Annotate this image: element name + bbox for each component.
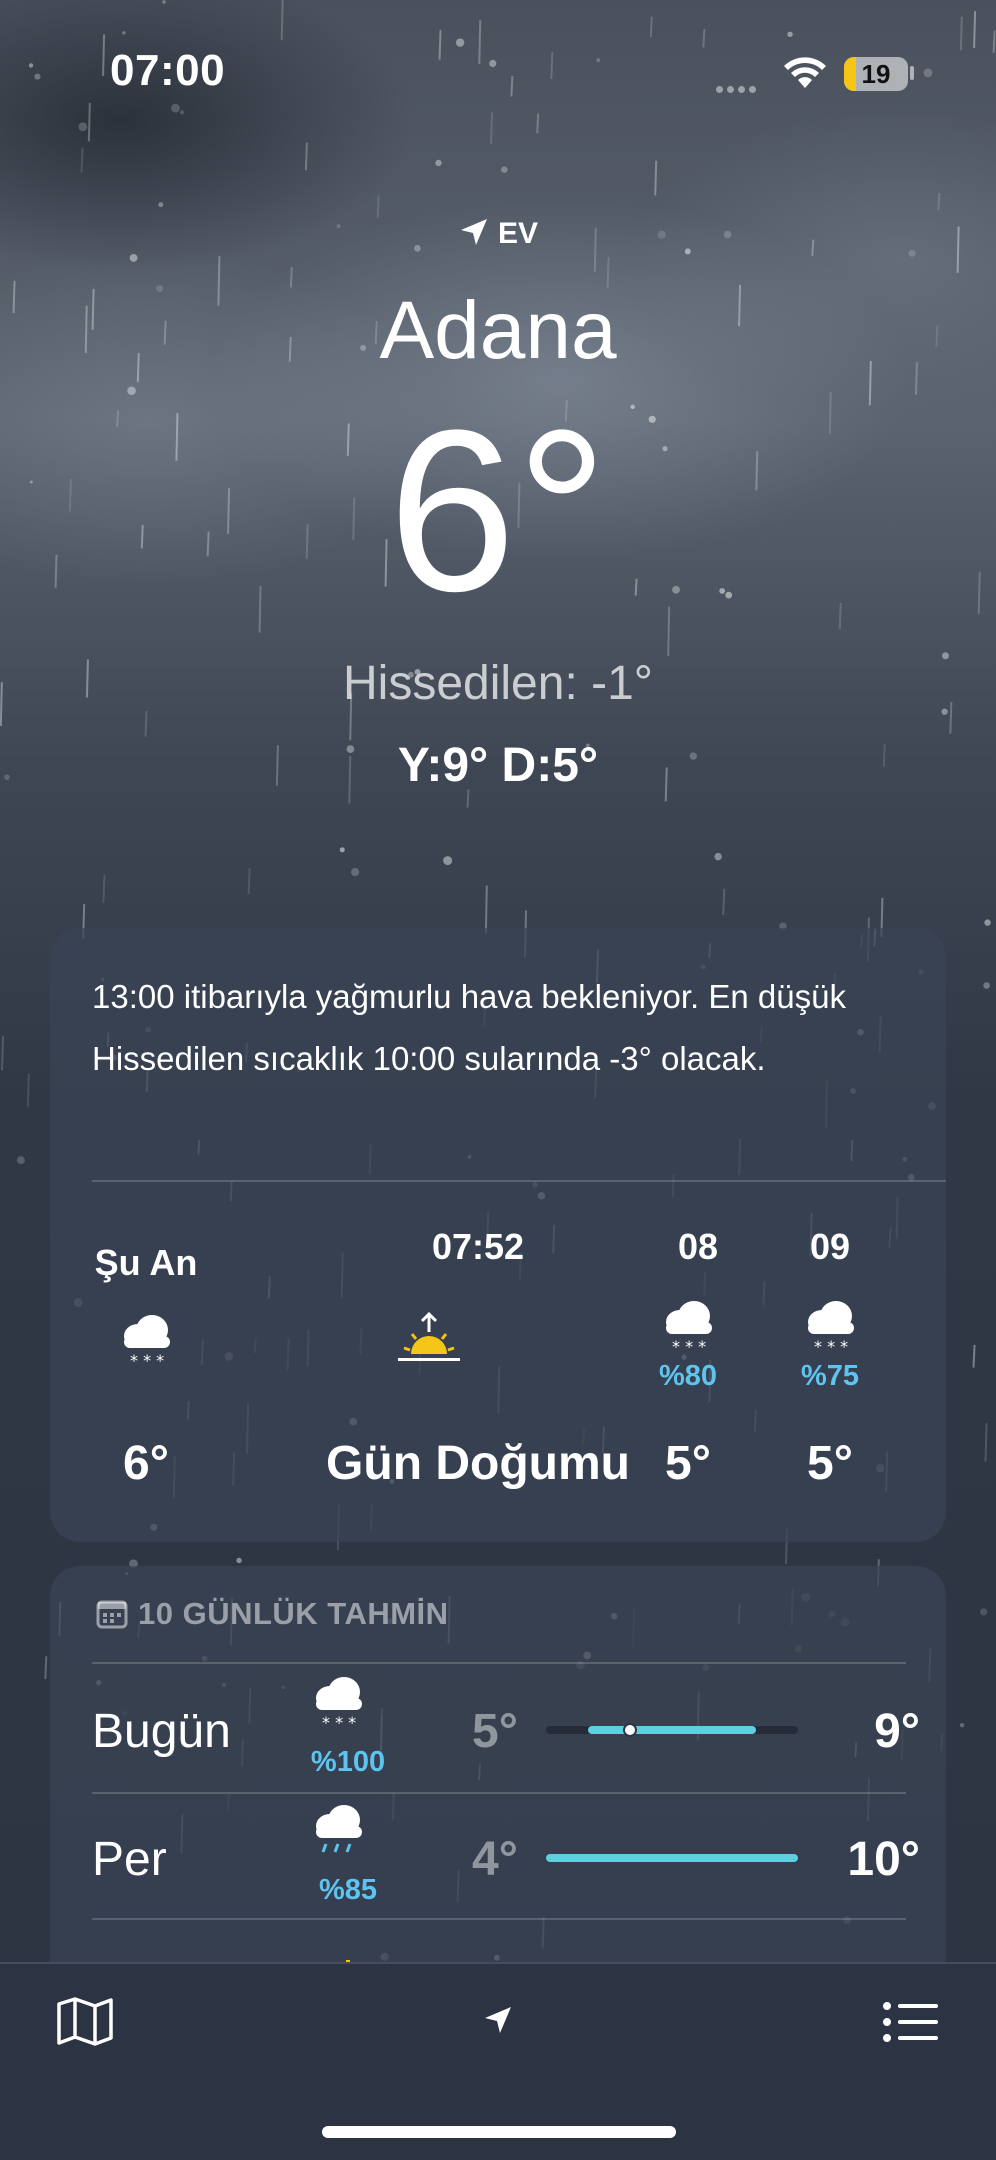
svg-text:* * *: * * *: [130, 1351, 164, 1370]
day-low: 4°: [472, 1833, 518, 1886]
temperature-range: [546, 1854, 798, 1862]
battery-icon: 19: [844, 57, 908, 91]
current-temperature-dot: [623, 1723, 637, 1737]
day-high: 10°: [847, 1833, 920, 1886]
daily-forecast-card[interactable]: 10 GÜNLÜK TAHMİN Bugün * * * %100 5° 9° …: [50, 1566, 946, 1986]
snow-cloud-icon: * * *: [800, 1296, 860, 1361]
battery-percent: 19: [861, 59, 891, 89]
divider: [92, 1662, 906, 1664]
location-arrow-icon[interactable]: [482, 2004, 514, 2036]
temperature-range-bar: [546, 1854, 798, 1862]
snow-cloud-icon: * * *: [658, 1296, 718, 1361]
precip-chance: %80: [658, 1360, 718, 1392]
precip-chance: %85: [318, 1874, 378, 1906]
rain-cloud-icon: [308, 1800, 368, 1865]
snow-cloud-icon: * * *: [116, 1310, 176, 1375]
location-arrow-icon: [460, 219, 487, 245]
svg-text:* * *: * * *: [322, 1713, 356, 1732]
hour-temp: 5°: [807, 1437, 853, 1490]
day-low: 5°: [472, 1705, 518, 1758]
location-name: EV: [497, 217, 539, 250]
day-name: Per: [92, 1833, 167, 1886]
divider: [92, 1918, 906, 1920]
forecast-summary: 13:00 itibarıyla yağmurlu hava bekleniyo…: [92, 978, 846, 1077]
list-icon[interactable]: [882, 2000, 938, 2044]
day-high: 9°: [874, 1705, 920, 1758]
high-low: Y:9° D:5°: [397, 739, 599, 792]
calendar-icon: [96, 1600, 128, 1629]
current-temperature: 6°: [388, 382, 608, 639]
hour-label: 07:52: [431, 1226, 525, 1267]
snow-cloud-icon: * * *: [308, 1672, 368, 1737]
svg-text:* * *: * * *: [814, 1337, 848, 1356]
hour-label: 09: [809, 1226, 851, 1267]
daily-forecast-title: 10 GÜNLÜK TAHMİN: [138, 1596, 449, 1631]
precip-chance: %75: [800, 1360, 860, 1392]
hour-label: Şu An: [94, 1242, 198, 1283]
temperature-range-bar: [546, 1723, 798, 1737]
hour-temp: 5°: [665, 1437, 711, 1490]
hourly-forecast-card[interactable]: 13:00 itibarıyla yağmurlu hava bekleniyo…: [50, 928, 946, 1542]
sunrise-label: Gün Doğumu: [326, 1437, 630, 1490]
status-time: 07:00: [110, 46, 226, 95]
sunrise-icon: [394, 1310, 464, 1375]
day-name: Bugün: [92, 1705, 231, 1758]
home-indicator[interactable]: [322, 2126, 676, 2138]
city-name: Adana: [379, 285, 617, 376]
map-icon[interactable]: [56, 1996, 114, 2046]
wifi-icon: [784, 57, 826, 88]
divider: [92, 1180, 946, 1182]
cellular-signal-icon: [716, 80, 760, 98]
svg-text:* * *: * * *: [672, 1337, 706, 1356]
feels-like: Hissedilen: -1°: [343, 657, 653, 710]
location-label: EV: [0, 216, 996, 251]
daily-forecast-header: 10 GÜNLÜK TAHMİN: [96, 1596, 449, 1632]
divider: [92, 1792, 906, 1794]
precip-chance: %100: [310, 1746, 386, 1778]
temperature-range: [588, 1726, 756, 1734]
hour-label: 08: [677, 1226, 719, 1267]
hour-temp: 6°: [123, 1437, 169, 1490]
